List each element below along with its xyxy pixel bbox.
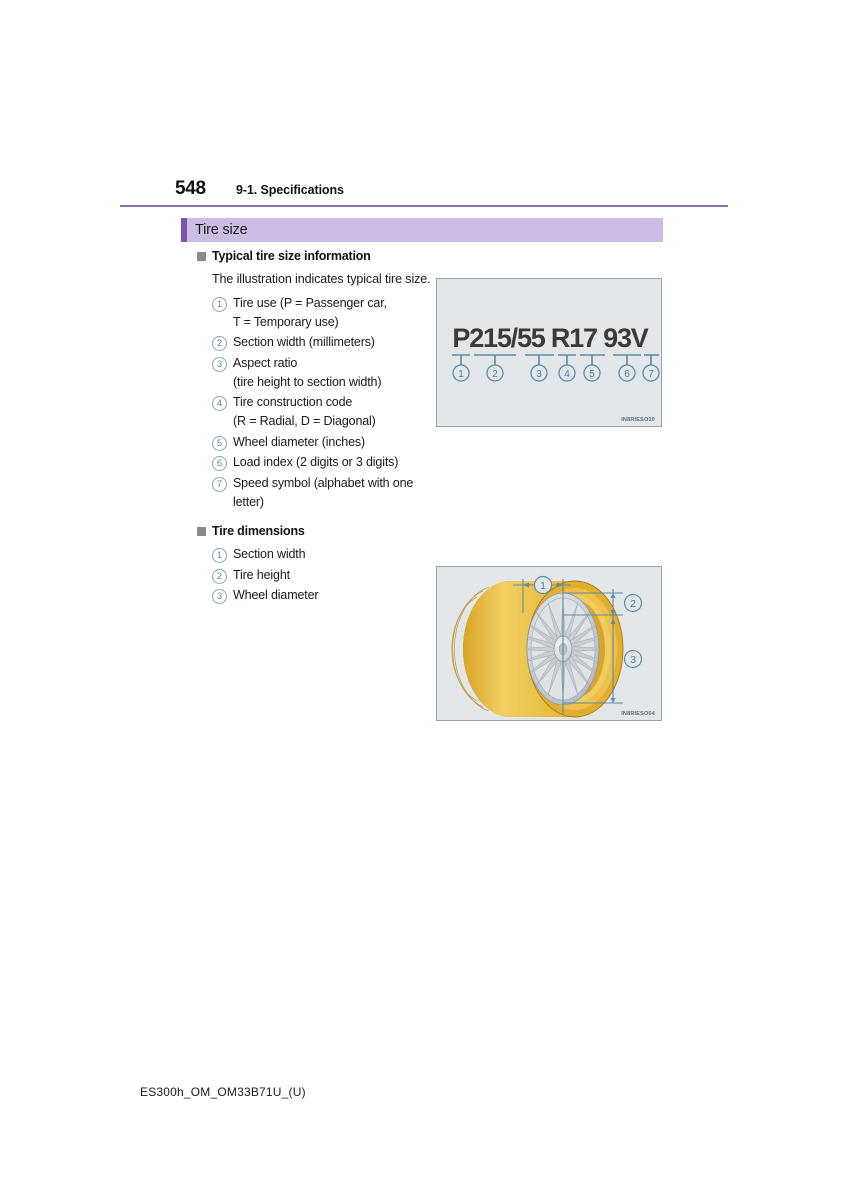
list-item-label: Speed symbol (alphabet with one letter) [233,475,414,509]
list-item-label: Wheel diameter [233,588,319,603]
page-number: 548 [175,178,206,199]
numbered-list-tire-size: 1 Tire use (P = Passenger car, T = Tempor… [212,294,437,512]
footer-document-code: ES300h_OM_OM33B71U_(U) [140,1085,306,1099]
tire-size-code-text: P215/55 R17 93V [452,323,648,353]
section-title: Tire size [195,222,248,238]
tire-size-callout-graphic: 1 2 3 4 5 6 7 [452,354,660,382]
circled-number-icon: 7 [212,476,227,492]
intro-paragraph: The illustration indicates typical tire … [212,272,431,287]
callout-number-6: 6 [624,369,630,380]
subheading-typical-tire-size-information: Typical tire size information [197,248,437,264]
circled-number-icon: 5 [212,435,227,451]
numbered-list-tire-dimensions: 1 Section width 2 Tire height 3 Wheel di… [212,545,437,605]
illustration-reference-code: IN8RIESO04 [621,711,655,717]
callout-number-5: 5 [589,369,595,380]
list-item: 3 Aspect ratio (tire height to section wi… [212,354,437,392]
list-item: 2 Tire height [212,566,437,585]
square-bullet-icon [197,527,206,537]
section-title-bar: Tire size [181,218,663,242]
list-item: 5 Wheel diameter (inches) [212,433,437,452]
list-item-label: Section width [233,547,306,562]
illustration-tire-dimensions: 1 2 3 IN8RIESO04 [436,566,662,721]
list-item: 1 Section width [212,545,437,564]
circled-number-icon: 2 [212,568,227,584]
section-accent-bar [181,218,187,242]
callout-number-3: 3 [536,369,542,380]
subheading-label: Typical tire size information [212,249,371,263]
list-item-label: Wheel diameter (inches) [233,434,366,449]
circled-number-icon: 6 [212,456,227,472]
content-column: Typical tire size information The illust… [197,248,437,607]
list-item: 2 Section width (millimeters) [212,333,437,352]
callout-number-4: 4 [564,369,570,380]
tire-dimensions-graphic: 1 2 3 [451,575,643,718]
illustration-reference-code: IN8RIESO10 [621,417,655,423]
square-bullet-icon [197,252,206,261]
list-item: 4 Tire construction code (R = Radial, D =… [212,393,437,431]
header-section-label: 9-1. Specifications [236,183,344,197]
list-item-label: Aspect ratio (tire height to section widt… [233,355,382,389]
circled-number-icon: 4 [212,396,227,412]
list-item-label: Load index (2 digits or 3 digits) [233,455,399,470]
illustration-tire-size-code: P215/55 R17 93V 1 2 3 4 5 6 7 IN8RIESO10 [436,278,662,427]
header-divider-rule [120,205,728,207]
circled-number-icon: 3 [212,356,227,372]
circled-number-icon: 1 [212,548,227,564]
callout-number-2: 2 [492,369,498,380]
callout-number-1: 1 [540,580,546,592]
list-item: 6 Load index (2 digits or 3 digits) [212,453,437,472]
list-item-label: Tire height [233,567,290,582]
circled-number-icon: 3 [212,589,227,605]
callout-number-3: 3 [630,654,636,666]
list-item: 3 Wheel diameter [212,586,437,605]
list-item-label: Tire construction code (R = Radial, D = D… [233,395,376,429]
callout-number-2: 2 [630,598,636,610]
page-header: 548 9-1. Specifications [0,178,848,208]
list-item: 7 Speed symbol (alphabet with one letter… [212,474,437,512]
circled-number-icon: 1 [212,296,227,312]
list-item-label: Tire use (P = Passenger car, T = Temporar… [233,295,387,329]
list-item-label: Section width (millimeters) [233,335,375,350]
subheading-label: Tire dimensions [212,524,305,539]
circled-number-icon: 2 [212,336,227,352]
callout-number-1: 1 [458,369,464,380]
subheading-tire-dimensions: Tire dimensions [197,523,437,539]
callout-number-7: 7 [648,369,654,380]
list-item: 1 Tire use (P = Passenger car, T = Tempor… [212,294,437,332]
